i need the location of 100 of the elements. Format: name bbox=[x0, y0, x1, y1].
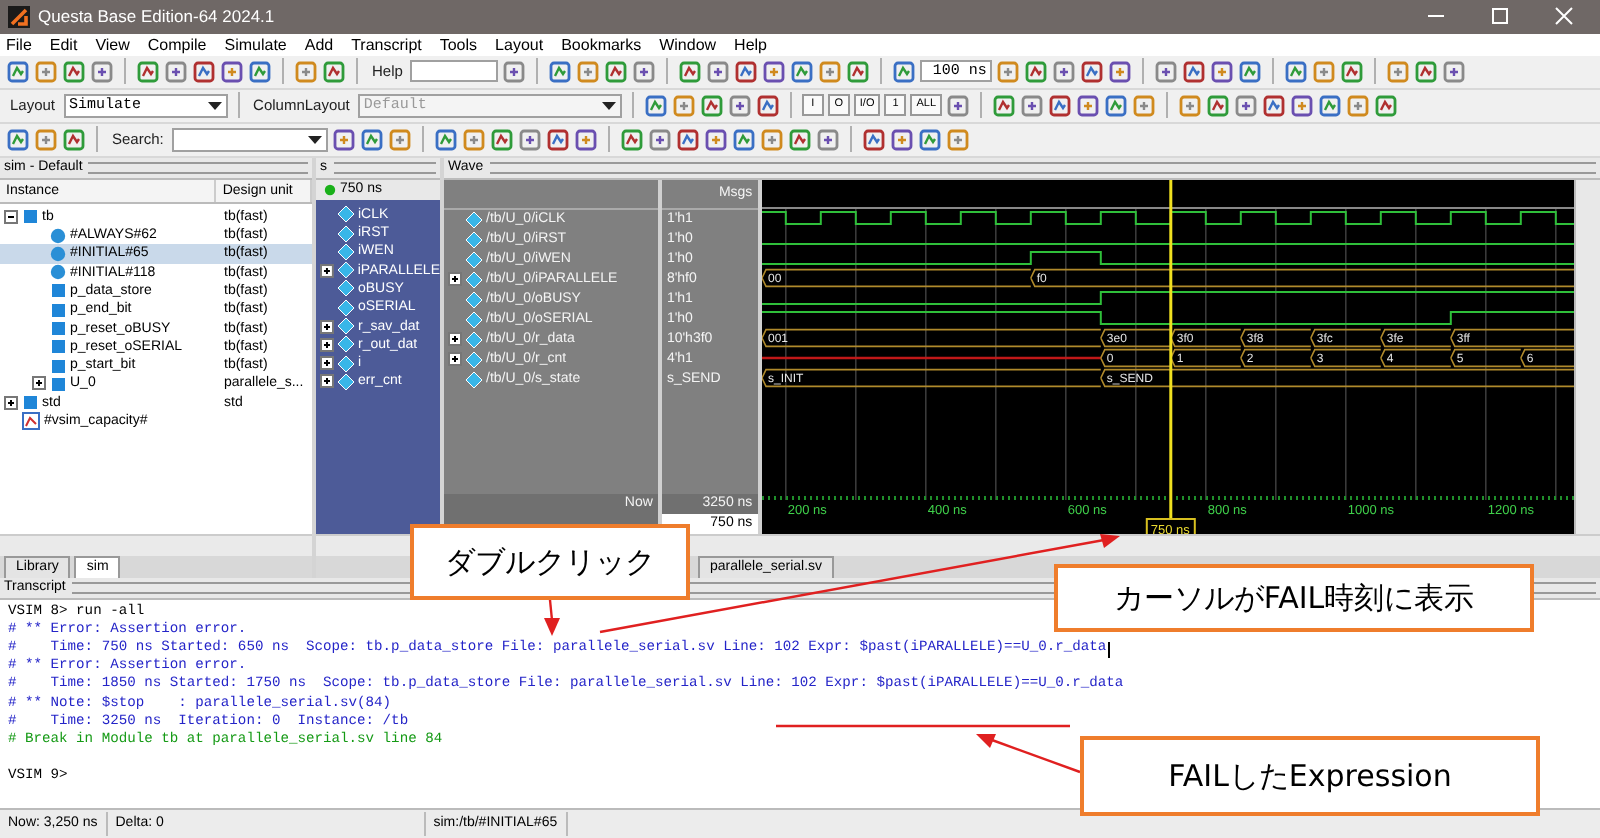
expand-icon[interactable] bbox=[448, 272, 462, 287]
toolbar-icon[interactable] bbox=[1346, 93, 1371, 118]
menu-item[interactable]: Tools bbox=[439, 35, 478, 54]
expand-icon[interactable] bbox=[448, 352, 462, 367]
toolbar-icon[interactable] bbox=[996, 59, 1021, 84]
toolbar-icon[interactable] bbox=[1238, 59, 1263, 84]
toolbar-icon[interactable] bbox=[517, 127, 542, 152]
toolbar-icon[interactable] bbox=[34, 59, 58, 84]
expand-icon[interactable] bbox=[4, 395, 18, 410]
toolbar-icon[interactable] bbox=[489, 127, 514, 152]
collapse-icon[interactable] bbox=[4, 209, 18, 224]
toolbar-icon[interactable] bbox=[647, 127, 672, 152]
toolbar-icon[interactable] bbox=[790, 59, 815, 84]
toolbar-icon[interactable] bbox=[992, 93, 1017, 118]
toolbar-icon[interactable] bbox=[703, 127, 728, 152]
menu-item[interactable]: File bbox=[6, 35, 32, 54]
toolbar-icon[interactable] bbox=[731, 127, 756, 152]
menu-item[interactable]: Edit bbox=[49, 35, 78, 54]
toolbar-icon[interactable] bbox=[699, 93, 724, 118]
toolbar-icon[interactable] bbox=[1178, 93, 1203, 118]
toolbar-icon[interactable] bbox=[502, 59, 527, 84]
cursor-line[interactable] bbox=[1169, 179, 1173, 518]
toolbar-icon[interactable] bbox=[619, 127, 644, 152]
close-icon[interactable] bbox=[1554, 6, 1574, 27]
menu-item[interactable]: Compile bbox=[147, 35, 207, 54]
toolbar-icon[interactable] bbox=[1210, 59, 1235, 84]
dropdown-caret-icon[interactable] bbox=[207, 98, 222, 113]
toolbar-icon[interactable] bbox=[755, 93, 780, 118]
toolbar-icon[interactable] bbox=[1234, 93, 1259, 118]
menu-item[interactable]: View bbox=[95, 35, 130, 54]
toolbar-icon[interactable] bbox=[734, 59, 759, 84]
toolbar-icon[interactable] bbox=[576, 59, 601, 84]
toolbar-icon[interactable] bbox=[1262, 93, 1287, 118]
toolbar-icon[interactable] bbox=[846, 59, 871, 84]
toolbar-icon[interactable] bbox=[1318, 93, 1343, 118]
menu-item[interactable]: Window bbox=[659, 35, 717, 54]
toolbar-icon[interactable] bbox=[1182, 59, 1207, 84]
toolbar-icon[interactable] bbox=[1080, 59, 1105, 84]
toolbar-icon[interactable] bbox=[548, 59, 573, 84]
toolbar-icon[interactable] bbox=[220, 59, 244, 84]
toolbar-icon[interactable] bbox=[164, 59, 188, 84]
toolbar-icon[interactable] bbox=[1386, 59, 1411, 84]
dropdown-caret-icon[interactable] bbox=[307, 132, 322, 147]
expand-icon[interactable] bbox=[320, 319, 334, 334]
toolbar-icon[interactable] bbox=[643, 93, 668, 118]
toolbar-icon[interactable] bbox=[727, 93, 752, 118]
toolbar-icon[interactable] bbox=[1414, 59, 1439, 84]
toolbar-icon[interactable] bbox=[62, 127, 86, 152]
toolbar-icon[interactable] bbox=[34, 127, 58, 152]
help-search-field[interactable] bbox=[410, 60, 499, 83]
toolbar-icon[interactable] bbox=[671, 93, 696, 118]
toolbar-icon[interactable] bbox=[387, 127, 412, 152]
menu-item[interactable]: Help bbox=[734, 35, 767, 54]
toolbar-icon[interactable] bbox=[90, 59, 114, 84]
toolbar-icon[interactable] bbox=[917, 127, 942, 152]
search-field[interactable] bbox=[171, 127, 328, 152]
toolbar-icon[interactable] bbox=[1284, 59, 1309, 84]
toolbar-icon[interactable] bbox=[461, 127, 486, 152]
toolbar-icon[interactable] bbox=[322, 59, 346, 84]
toolbar-icon[interactable] bbox=[248, 59, 272, 84]
toolbar-icon[interactable] bbox=[1104, 93, 1129, 118]
toolbar-icon[interactable] bbox=[1052, 59, 1077, 84]
toolbar-icon[interactable] bbox=[1020, 93, 1045, 118]
toolbar-icon[interactable] bbox=[331, 127, 356, 152]
toolbar-icon[interactable] bbox=[632, 59, 657, 84]
toolbar-icon[interactable] bbox=[1374, 93, 1399, 118]
menu-item[interactable]: Add bbox=[304, 35, 334, 54]
expand-icon[interactable] bbox=[320, 374, 334, 389]
expand-icon[interactable] bbox=[320, 263, 334, 278]
toolbar-icon[interactable] bbox=[294, 59, 318, 84]
toolbar-icon[interactable] bbox=[861, 127, 886, 152]
toolbar-icon[interactable] bbox=[136, 59, 160, 84]
menu-item[interactable]: Simulate bbox=[224, 35, 287, 54]
maximize-icon[interactable] bbox=[1490, 6, 1510, 27]
toolbar-icon[interactable] bbox=[604, 59, 629, 84]
toolbar-icon[interactable] bbox=[787, 127, 812, 152]
toolbar-icon[interactable] bbox=[192, 59, 216, 84]
menu-item[interactable]: Layout bbox=[495, 35, 544, 54]
menu-item[interactable]: Transcript bbox=[351, 35, 422, 54]
toolbar-icon[interactable] bbox=[1132, 93, 1157, 118]
toolbar-icon[interactable] bbox=[1206, 93, 1231, 118]
toolbar-icon[interactable] bbox=[433, 127, 458, 152]
horizontal-scrollbar[interactable] bbox=[0, 533, 312, 556]
expand-icon[interactable] bbox=[448, 332, 462, 347]
toolbar-icon[interactable] bbox=[1340, 59, 1365, 84]
toolbar-icon[interactable] bbox=[889, 127, 914, 152]
expand-icon[interactable] bbox=[320, 356, 334, 371]
menu-item[interactable]: Bookmarks bbox=[561, 35, 642, 54]
toolbar-icon[interactable] bbox=[706, 59, 731, 84]
toolbar-icon[interactable] bbox=[762, 59, 787, 84]
toolbar-icon[interactable] bbox=[1108, 59, 1133, 84]
toolbar-icon[interactable] bbox=[359, 127, 384, 152]
toolbar-icon[interactable] bbox=[573, 127, 598, 152]
toolbar-icon[interactable] bbox=[675, 127, 700, 152]
toolbar-icon[interactable] bbox=[1024, 59, 1049, 84]
toolbar-icon[interactable] bbox=[6, 127, 30, 152]
toolbar-icon[interactable] bbox=[759, 127, 784, 152]
toolbar-icon[interactable] bbox=[815, 127, 840, 152]
toolbar-icon[interactable] bbox=[818, 59, 843, 84]
toolbar-icon[interactable] bbox=[946, 93, 971, 118]
